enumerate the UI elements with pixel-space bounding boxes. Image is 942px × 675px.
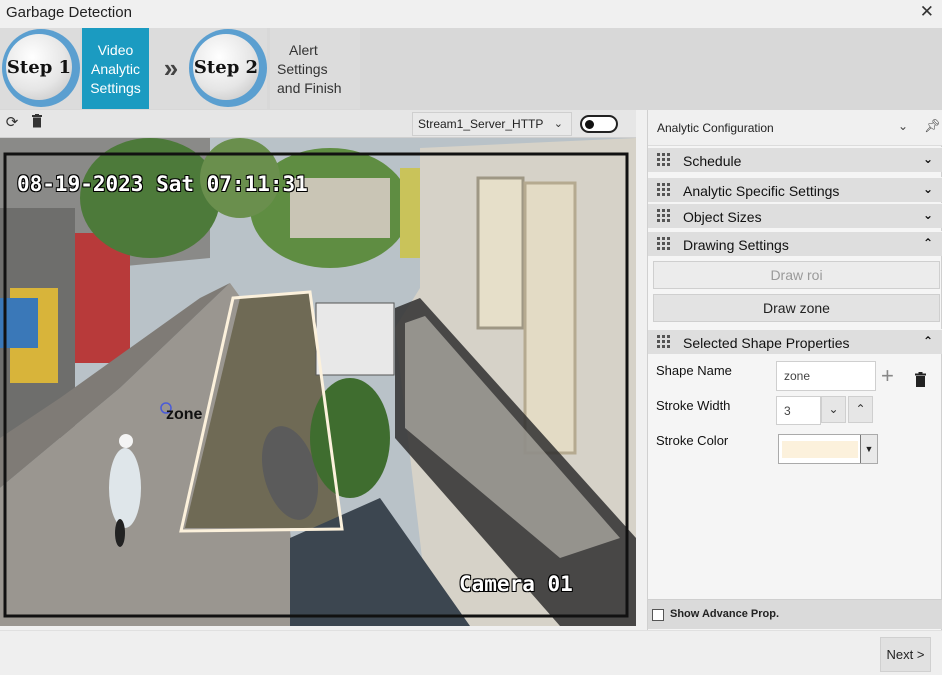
step-2-label-line: Alert bbox=[289, 42, 318, 58]
stroke-width-increment[interactable]: ⌃ bbox=[848, 396, 873, 423]
video-toggle[interactable] bbox=[580, 115, 618, 133]
zone-label: zone bbox=[166, 406, 203, 423]
drag-grip-icon bbox=[657, 335, 671, 349]
stroke-color-picker[interactable]: ▼ bbox=[778, 434, 878, 464]
step-2-label[interactable]: Alert Settings and Finish bbox=[270, 28, 360, 109]
video-toolbar: ⟳ Stream1_Server_HTTP ⌄ bbox=[0, 110, 636, 138]
step-2-label-line: Settings bbox=[277, 61, 328, 77]
wizard-steps: Step 1 Video Analytic Settings » Step 2 … bbox=[0, 28, 942, 110]
panel-header: Analytic Configuration ⌄ 📌︎ bbox=[648, 110, 942, 146]
stream-select-value: Stream1_Server_HTTP bbox=[418, 117, 544, 131]
stream-select[interactable]: Stream1_Server_HTTP ⌄ bbox=[412, 112, 572, 136]
drag-grip-icon bbox=[657, 209, 671, 223]
section-selected-shape[interactable]: Selected Shape Properties ⌃ bbox=[648, 329, 942, 354]
advance-props-bar: Show Advance Prop. bbox=[648, 599, 942, 629]
section-label: Drawing Settings bbox=[683, 237, 789, 253]
drag-grip-icon bbox=[657, 153, 671, 167]
draw-zone-button[interactable]: Draw zone bbox=[653, 294, 940, 322]
step-1-label-line: Video bbox=[97, 42, 134, 58]
section-analytic-specific[interactable]: Analytic Specific Settings ⌄ bbox=[648, 177, 942, 202]
window-title: Garbage Detection bbox=[6, 4, 132, 21]
chevron-up-icon: ⌃ bbox=[922, 334, 933, 348]
section-label: Analytic Specific Settings bbox=[683, 183, 840, 199]
next-button[interactable]: Next > bbox=[880, 637, 931, 672]
add-icon[interactable]: + bbox=[881, 365, 894, 387]
chevron-down-icon: ⌄ bbox=[553, 118, 563, 130]
stroke-color-label: Stroke Color bbox=[656, 433, 729, 448]
step-1-label-line: Settings bbox=[90, 80, 141, 96]
show-advance-label: Show Advance Prop. bbox=[670, 608, 780, 620]
drag-grip-icon bbox=[657, 183, 671, 197]
chevron-up-icon: ⌃ bbox=[922, 236, 933, 250]
analytic-config-panel: Analytic Configuration ⌄ 📌︎ Schedule ⌄ A… bbox=[647, 110, 942, 630]
step-1-badge-text: Step 1 bbox=[6, 34, 72, 100]
step-2-label-line: and Finish bbox=[277, 80, 342, 96]
pin-icon[interactable]: 📌︎ bbox=[924, 118, 941, 134]
drag-grip-icon bbox=[657, 237, 671, 251]
chevron-down-icon: ⌄ bbox=[922, 152, 933, 166]
chevron-down-icon: ⌄ bbox=[922, 182, 933, 196]
section-label: Selected Shape Properties bbox=[683, 335, 850, 351]
shape-name-input[interactable]: zone bbox=[776, 361, 876, 391]
chevron-down-icon[interactable]: ⌄ bbox=[898, 119, 908, 133]
step-2-badge-text: Step 2 bbox=[193, 34, 259, 100]
stroke-width-input[interactable]: 3 bbox=[776, 396, 821, 425]
show-advance-checkbox[interactable] bbox=[652, 609, 664, 621]
camera-label: Camera 01 bbox=[459, 572, 573, 596]
caret-down-icon: ▼ bbox=[860, 435, 877, 463]
title-bar: Garbage Detection ✕ bbox=[0, 0, 942, 28]
section-label: Schedule bbox=[683, 153, 742, 169]
stroke-width-decrement[interactable]: ⌄ bbox=[821, 396, 846, 423]
section-schedule[interactable]: Schedule ⌄ bbox=[648, 147, 942, 172]
draw-roi-button[interactable]: Draw roi bbox=[653, 261, 940, 289]
step-1-badge[interactable]: Step 1 bbox=[0, 28, 80, 109]
trash-icon[interactable] bbox=[914, 372, 927, 391]
stroke-width-label: Stroke Width bbox=[656, 398, 731, 413]
section-drawing-settings[interactable]: Drawing Settings ⌃ bbox=[648, 231, 942, 256]
close-icon[interactable]: ✕ bbox=[920, 2, 934, 22]
trash-icon[interactable] bbox=[28, 114, 46, 132]
shape-name-label: Shape Name bbox=[656, 363, 732, 378]
panel-title: Analytic Configuration bbox=[657, 121, 774, 135]
stroke-color-swatch bbox=[782, 441, 858, 458]
footer: Next > bbox=[0, 630, 942, 675]
section-object-sizes[interactable]: Object Sizes ⌄ bbox=[648, 203, 942, 228]
step-1-label[interactable]: Video Analytic Settings bbox=[82, 28, 149, 109]
chevron-down-icon: ⌄ bbox=[922, 208, 933, 222]
camera-view[interactable]: 08-19-2023 Sat 07:11:31 Camera 01 zone bbox=[0, 138, 636, 626]
step-1-label-line: Analytic bbox=[90, 61, 141, 77]
section-label: Object Sizes bbox=[683, 209, 762, 225]
camera-scene bbox=[0, 138, 636, 626]
refresh-icon[interactable]: ⟳ bbox=[3, 114, 21, 132]
step-2-badge[interactable]: Step 2 bbox=[187, 28, 267, 109]
video-timestamp: 08-19-2023 Sat 07:11:31 bbox=[17, 172, 308, 196]
step-chevron-icon: » bbox=[149, 28, 187, 109]
